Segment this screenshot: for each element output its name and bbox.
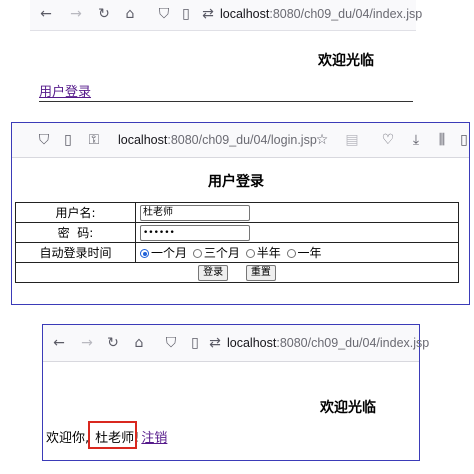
username-input[interactable]: 杜老师 (140, 204, 250, 221)
shield-icon[interactable]: ⛉ (163, 335, 179, 351)
buttons-row: 登录 重置 (15, 262, 459, 283)
sidebar-icon[interactable]: ▯ (456, 132, 472, 148)
page-title: 欢迎光临 (320, 399, 376, 415)
permissions-icon[interactable]: ⇄ (207, 335, 223, 351)
browser-toolbar: ← → ↻ ⌂ ⛉ ▯ ⇄ localhost:8080/ch09_du/04/… (43, 325, 429, 362)
page-title: 欢迎光临 (318, 52, 374, 68)
username-label: 用户名: (15, 202, 136, 223)
reader-view-icon[interactable]: ▤ (344, 132, 360, 148)
username-highlight-box (88, 421, 137, 449)
radio-icon[interactable] (192, 249, 202, 258)
option-half-year[interactable]: 半年 (245, 246, 281, 260)
back-icon[interactable]: ← (38, 6, 54, 22)
radio-selected-icon[interactable] (140, 249, 149, 258)
option-three-months[interactable]: 三个月 (192, 246, 240, 260)
radio-icon[interactable] (286, 249, 296, 258)
browser-window-index: ← → ↻ ⌂ ⛉ ▯ ⇄ localhost:8080/ch09_du/04/… (30, 0, 422, 106)
url-bar[interactable]: localhost:8080/ch09_du/04/login.jsp (118, 133, 317, 147)
forward-icon[interactable]: → (68, 6, 84, 22)
autologin-row: 自动登录时间 一个月 三个月 半年 一年 (15, 242, 459, 263)
url-host: localhost (220, 7, 270, 21)
browser-window-index-welcome: ← → ↻ ⌂ ⛉ ▯ ⇄ localhost:8080/ch09_du/04/… (42, 324, 429, 461)
password-label: 密 码: (15, 222, 136, 243)
url-bar[interactable]: localhost:8080/ch09_du/04/index.jsp (220, 7, 422, 21)
buttons-cell: 登录 重置 (15, 262, 459, 283)
library-icon[interactable]: ⫼ (434, 132, 450, 148)
username-cell: 杜老师 (135, 202, 459, 223)
url-path: :8080/ch09_du/04/login.jsp (167, 133, 317, 147)
autologin-options: 一个月 三个月 半年 一年 (135, 242, 459, 263)
browser-toolbar: ⛉ ▯ ⚿ localhost:8080/ch09_du/04/login.js… (12, 123, 469, 158)
shield-icon[interactable]: ⛉ (156, 6, 172, 22)
option-one-month[interactable]: 一个月 (140, 246, 187, 260)
password-input[interactable]: •••••• (140, 224, 250, 241)
home-icon[interactable]: ⌂ (122, 6, 138, 22)
home-icon[interactable]: ⌂ (131, 335, 147, 351)
logout-link[interactable]: 注销 (141, 431, 167, 446)
welcome-prefix: 欢迎你, (46, 431, 90, 446)
key-icon[interactable]: ⚿ (86, 132, 102, 148)
url-path: :8080/ch09_du/04/index.jsp (269, 7, 423, 21)
pocket-icon[interactable]: ♡ (380, 132, 396, 148)
url-path: :8080/ch09_du/04/index.jsp (276, 336, 430, 350)
bookmark-star-icon[interactable]: ☆ (314, 132, 330, 148)
login-title: 用户登录 (208, 173, 264, 189)
autologin-label: 自动登录时间 (15, 242, 136, 263)
url-host: localhost (227, 336, 277, 350)
browser-window-login: ⛉ ▯ ⚿ localhost:8080/ch09_du/04/login.js… (11, 122, 470, 305)
url-host: localhost (118, 133, 168, 147)
user-login-link[interactable]: 用户登录 (39, 81, 91, 100)
radio-icon[interactable] (245, 249, 255, 258)
download-icon[interactable]: ⤓ (408, 132, 424, 148)
option-one-year[interactable]: 一年 (286, 246, 322, 260)
page-icon[interactable]: ▯ (60, 132, 76, 148)
password-row: 密 码: •••••• (15, 222, 459, 243)
permissions-icon[interactable]: ⇄ (200, 6, 216, 22)
password-cell: •••••• (135, 222, 459, 243)
reset-button[interactable]: 重置 (245, 264, 276, 281)
page-icon[interactable]: ▯ (178, 6, 194, 22)
reload-icon[interactable]: ↻ (96, 6, 112, 22)
back-icon[interactable]: ← (51, 335, 67, 351)
divider (39, 101, 413, 102)
login-form-table: 用户名: 杜老师 密 码: •••••• 自动登录时间 一个月 三个月 半年 一… (15, 202, 459, 283)
reload-icon[interactable]: ↻ (105, 335, 121, 351)
username-row: 用户名: 杜老师 (15, 202, 459, 223)
login-button[interactable]: 登录 (198, 264, 229, 281)
browser-toolbar: ← → ↻ ⌂ ⛉ ▯ ⇄ localhost:8080/ch09_du/04/… (30, 0, 422, 31)
url-bar[interactable]: localhost:8080/ch09_du/04/index.jsp (227, 336, 429, 350)
shield-icon[interactable]: ⛉ (36, 132, 52, 148)
forward-icon[interactable]: → (79, 335, 95, 351)
page-icon[interactable]: ▯ (187, 335, 203, 351)
